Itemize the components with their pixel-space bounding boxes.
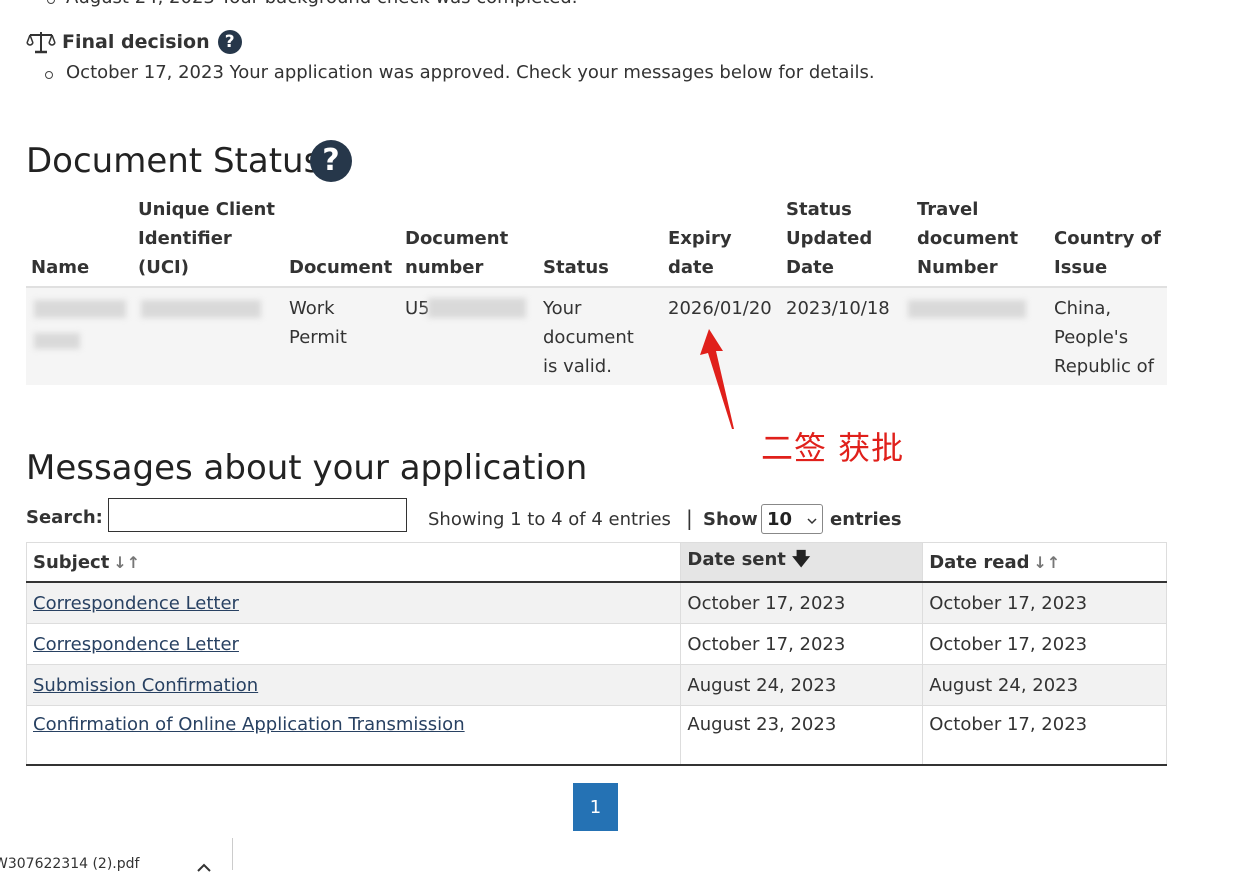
table-row: Submission Confirmation August 24, 2023 … [25,664,1167,706]
col-header-travel-document-number: Travel document Number [917,199,1019,278]
cell-date-read: October 17, 2023 [922,705,1167,766]
timeline-item-background-check: August 24, 2023 Your background check wa… [66,0,577,8]
scales-icon [26,29,56,55]
col-header-date-sent[interactable]: Date sent 🡇 [680,542,924,583]
redacted-uci [141,300,261,318]
message-link[interactable]: Correspondence Letter [33,593,239,614]
col-header-status: Status [543,257,609,278]
col-header-date-read[interactable]: Date read ↓↑ [922,542,1167,583]
messages-table: Subject ↓↑ Date sent 🡇 Date read ↓↑ Corresp… [25,542,1167,766]
list-bullet [47,0,55,4]
cell-subject: Correspondence Letter [25,581,682,624]
col-header-document-number: Document number [405,228,509,278]
cell-subject: Submission Confirmation [25,664,682,706]
final-decision-header: Final decision ? [26,28,242,56]
message-link[interactable]: Correspondence Letter [33,634,239,655]
search-label: Search: [26,507,103,528]
cell-date-sent: October 17, 2023 [680,581,924,624]
cell-subject: Correspondence Letter [25,623,682,665]
table-row: Correspondence Letter October 17, 2023 O… [25,623,1167,665]
annotation-text: 二签 获批 [761,429,905,467]
col-header-name: Name [31,257,90,278]
page-size-select[interactable]: 10 [761,504,823,534]
help-icon[interactable]: ? [217,30,242,54]
list-bullet [45,71,53,79]
download-bar: W307622314 (2).pdf [0,838,1237,872]
pagination-page-number: 1 [589,796,602,818]
search-input[interactable] [108,498,407,532]
cell-date-sent: October 17, 2023 [680,623,924,665]
timeline-item-final-decision: October 17, 2023 Your application was ap… [66,62,875,83]
document-status-heading: Document Status [26,139,321,183]
chevron-down-icon [807,510,817,529]
col-header-document: Document [289,257,393,278]
col-header-subject[interactable]: Subject ↓↑ [25,542,682,583]
col-header-expiry-date: Expiry date [668,228,732,278]
showing-entries-text: Showing 1 to 4 of 4 entries [428,509,671,530]
cell-status: Your document is valid. [543,298,634,377]
cell-document: Work Permit [289,298,347,348]
cell-date-sent: August 23, 2023 [680,705,924,766]
entries-label: entries [830,509,902,530]
cell-country-of-issue: China, People's Republic of [1054,298,1155,377]
cell-date-read: October 17, 2023 [922,623,1167,665]
col-header-status-updated-date: Status Updated Date [786,199,873,278]
table-row: Correspondence Letter October 17, 2023 O… [25,581,1167,624]
cell-date-sent: August 24, 2023 [680,664,924,706]
col-header-country-of-issue: Country of Issue [1054,228,1161,278]
col-header-uci: Unique Client Identifier (UCI) [138,199,275,278]
download-bar-divider [232,838,233,870]
cell-date-read: October 17, 2023 [922,581,1167,624]
cell-status-updated-date: 2023/10/18 [786,298,890,319]
final-decision-label: Final decision [62,31,210,53]
annotation-arrow [700,329,734,429]
controls-divider: | [686,506,693,530]
message-link[interactable]: Submission Confirmation [33,675,258,696]
messages-title: Messages about your application [26,448,588,488]
help-icon[interactable]: ? [310,140,352,182]
redacted-name [34,300,126,318]
sort-icon: ↓↑ [1033,552,1061,572]
cell-date-read: August 24, 2023 [922,664,1167,706]
show-label: Show [703,509,758,530]
pagination-page-1-button[interactable]: 1 [573,783,618,831]
page-size-value: 10 [767,508,793,530]
redacted-travel-document-number [908,300,1026,318]
cell-document-number: U5 [405,298,430,319]
messages-heading: Messages about your application [26,446,587,490]
message-link[interactable]: Confirmation of Online Application Trans… [33,714,465,735]
cell-expiry-date: 2026/01/20 [668,298,772,319]
cell-subject: Confirmation of Online Application Trans… [25,705,682,766]
table-row: Confirmation of Online Application Trans… [25,705,1167,766]
document-status-title: Document Status [26,141,322,181]
redacted-document-number [428,298,526,318]
sort-icon: ↓↑ [113,552,141,572]
messages-header-row: Subject ↓↑ Date sent 🡇 Date read ↓↑ [25,542,1167,583]
redacted-name [34,333,80,349]
sort-descending-icon: 🡇 [791,549,811,570]
chevron-up-icon[interactable] [197,858,211,877]
